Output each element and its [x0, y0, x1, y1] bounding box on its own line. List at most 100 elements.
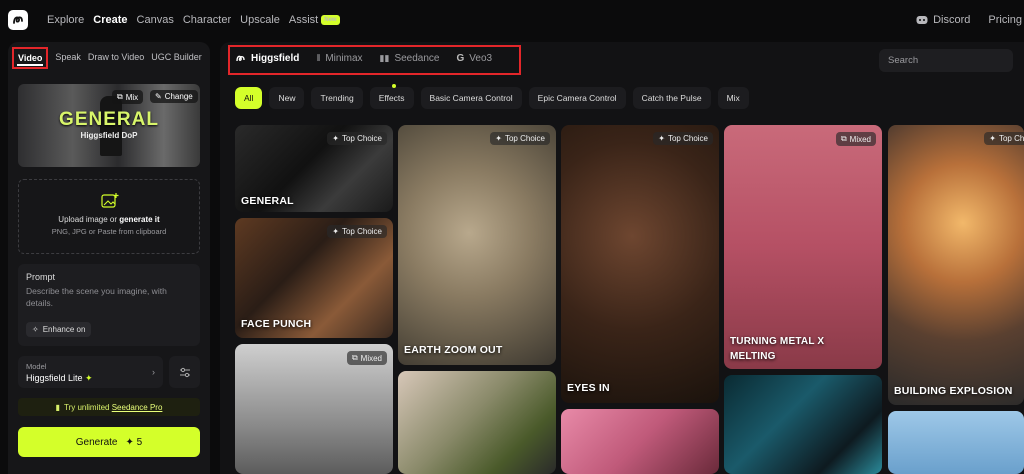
pricing-link[interactable]: Pricing	[988, 14, 1022, 26]
model-tab-label: Higgsfield	[251, 53, 300, 64]
top-choice-icon: ✦	[332, 134, 339, 143]
preset-card-face-punch[interactable]: ✦ Top Choice FACE PUNCH	[235, 218, 393, 338]
mixed-badge: ⧉ Mixed	[346, 351, 387, 365]
bars-icon: ▮	[55, 402, 60, 412]
edit-icon: ✎	[155, 92, 162, 101]
tab-draw-to-video[interactable]: Draw to Video	[88, 52, 144, 69]
copy-icon: ⧉	[351, 353, 358, 362]
preset-card-general[interactable]: ✦ Top Choice GENERAL	[235, 125, 393, 212]
image-upload-dropzone[interactable]: Upload image or generate it PNG, JPG or …	[18, 179, 200, 254]
top-choice-badge: ✦Top Choice	[653, 132, 713, 145]
card-title: FACE PUNCH	[241, 318, 312, 330]
filter-new[interactable]: New	[269, 87, 305, 109]
filter-effects[interactable]: Effects	[369, 84, 414, 109]
chevron-right-icon: ›	[152, 367, 155, 377]
nav-upscale[interactable]: Upscale	[240, 14, 280, 26]
model-selector[interactable]: Model Higgsfield Lite ✦ ›	[18, 356, 163, 388]
upload-instructions: Upload image or generate it	[19, 215, 199, 224]
nav-create[interactable]: Create	[93, 14, 127, 26]
tag-label: Top Choice	[667, 134, 708, 143]
mix-button[interactable]: ⧉ Mix	[112, 90, 144, 104]
preset-gallery: Higgsfield ⦀ Minimax ▮▮ Seedance G Veo3 …	[220, 42, 1024, 474]
prompt-field[interactable]: Prompt Describe the scene you imagine, w…	[18, 264, 200, 346]
unlimited-promo[interactable]: ▮ Try unlimited Seedance Pro	[18, 398, 200, 416]
tab-speak[interactable]: Speak	[55, 52, 81, 69]
generate-it-link[interactable]: generate it	[119, 215, 159, 224]
search-input[interactable]: Search	[879, 49, 1013, 72]
mix-label: Mix	[125, 92, 139, 102]
discord-label: Discord	[933, 14, 971, 26]
enhance-toggle[interactable]: ✧ Enhance on	[26, 322, 92, 337]
nav-canvas[interactable]: Canvas	[137, 14, 174, 26]
upload-formats: PNG, JPG or Paste from clipboard	[51, 227, 167, 236]
card-title: EARTH ZOOM OUT	[404, 344, 503, 356]
preset-card-airplane[interactable]	[888, 411, 1024, 474]
seedance-pro-link[interactable]: Seedance Pro	[112, 403, 163, 412]
model-tab-label: Minimax	[325, 53, 363, 64]
top-choice-icon: ✦	[989, 134, 996, 143]
model-tab-label: Veo3	[469, 53, 493, 64]
change-label: Change	[164, 92, 193, 101]
discord-icon	[916, 16, 928, 24]
app-logo-icon[interactable]	[8, 10, 28, 30]
sidebar-tabs: Video Speak Draw to Video UGC Builder	[12, 47, 209, 69]
card-title: GENERAL	[241, 195, 294, 207]
settings-button[interactable]	[169, 356, 200, 388]
filter-all[interactable]: All	[235, 87, 263, 109]
discord-link[interactable]: Discord	[916, 14, 970, 26]
higgsfield-icon	[236, 55, 245, 62]
preset-card-earth-zoom-out[interactable]: ✦ Top Choice EARTH ZOOM OUT	[398, 125, 556, 365]
preset-card-turning-metal[interactable]: ⧉ Mixed TURNING METAL X MELTING	[724, 125, 882, 369]
top-choice-badge: ✦Top Choice	[327, 225, 387, 238]
tab-ugc-builder[interactable]: UGC Builder	[151, 52, 202, 69]
preset-card-building-explosion[interactable]: ✦Top Choice BUILDING EXPLOSION	[888, 125, 1024, 405]
waveform-icon: ⦀	[316, 53, 321, 63]
model-value: Higgsfield Lite ✦	[26, 373, 93, 384]
sparkle-credit-icon: ✦	[125, 436, 134, 448]
preset-card-portrait[interactable]	[398, 371, 556, 474]
model-tab-higgsfield[interactable]: Higgsfield	[235, 53, 299, 64]
top-choice-icon: ✦	[658, 134, 665, 143]
nav-explore[interactable]: Explore	[47, 14, 84, 26]
filter-trending[interactable]: Trending	[311, 87, 363, 109]
preset-preview[interactable]: ⧉ Mix ✎ Change GENERAL Higgsfield DoP	[18, 84, 200, 167]
change-button[interactable]: ✎ Change	[150, 90, 198, 103]
enhance-label: Enhance on	[42, 325, 86, 334]
model-tab-seedance[interactable]: ▮▮ Seedance	[380, 53, 440, 64]
model-tab-minimax[interactable]: ⦀ Minimax	[316, 53, 362, 64]
prompt-title: Prompt	[26, 272, 56, 282]
filter-catch-the-pulse[interactable]: Catch the Pulse	[632, 87, 711, 109]
tag-label: Top Choice	[341, 134, 382, 143]
generate-button[interactable]: Generate ✦ 5	[18, 427, 200, 457]
filter-basic-camera-control[interactable]: Basic Camera Control	[420, 87, 522, 109]
filter-mix[interactable]: Mix	[717, 87, 749, 109]
bars-chart-icon: ▮▮	[379, 53, 390, 63]
nav-assist[interactable]: Assist New	[289, 14, 349, 26]
tag-label: Top Choice	[998, 134, 1024, 143]
copy-icon: ⧉	[840, 134, 847, 143]
preview-title: GENERAL	[59, 109, 159, 130]
new-dot	[391, 84, 396, 88]
preset-card-eyes-in[interactable]: ✦ Top Choice EYES IN	[561, 125, 719, 403]
tag-label: Top Choice	[341, 227, 382, 236]
google-icon: G	[456, 53, 465, 64]
filter-label: Effects	[378, 93, 405, 103]
model-tab-veo3[interactable]: G Veo3	[457, 53, 493, 64]
tab-video[interactable]: Video	[12, 47, 49, 69]
mix-icon: ⧉	[117, 92, 123, 101]
nav-character[interactable]: Character	[183, 14, 231, 26]
generate-label: Generate	[75, 436, 118, 448]
preset-card-pink[interactable]	[561, 409, 719, 474]
card-title: EYES IN	[567, 382, 610, 394]
top-nav: Explore Create Canvas Character Upscale …	[0, 0, 1024, 42]
add-image-icon	[101, 193, 119, 208]
preset-card-cyan[interactable]	[724, 375, 882, 474]
credit-cost: ✦ 5	[125, 437, 142, 448]
tag-label: Mixed	[849, 134, 871, 144]
preset-card-mixed[interactable]: ⧉ Mixed	[235, 344, 393, 474]
card-title: BUILDING EXPLOSION	[894, 385, 1013, 397]
card-title: TURNING METAL X MELTING	[730, 336, 825, 362]
filter-epic-camera-control[interactable]: Epic Camera Control	[528, 87, 626, 109]
tag-label: Mixed	[360, 353, 382, 363]
sliders-icon	[179, 367, 190, 377]
